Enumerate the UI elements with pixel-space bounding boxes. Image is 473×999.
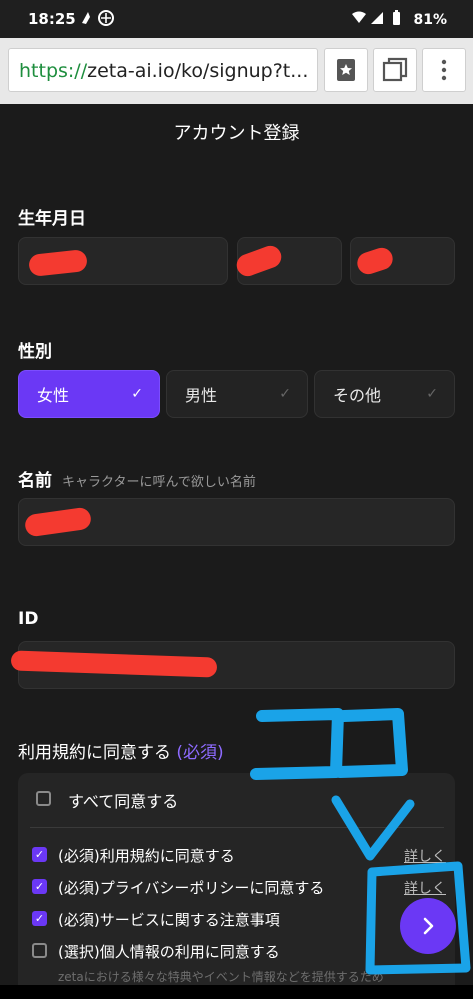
system-nav-bar: [0, 985, 473, 999]
annotation-overlay: [250, 708, 471, 975]
annotation-glyph-1: [250, 708, 344, 780]
annotation-highlight-box: [365, 861, 471, 975]
annotation-glyph-2: [334, 708, 408, 778]
annotation-arrow: [331, 795, 415, 861]
